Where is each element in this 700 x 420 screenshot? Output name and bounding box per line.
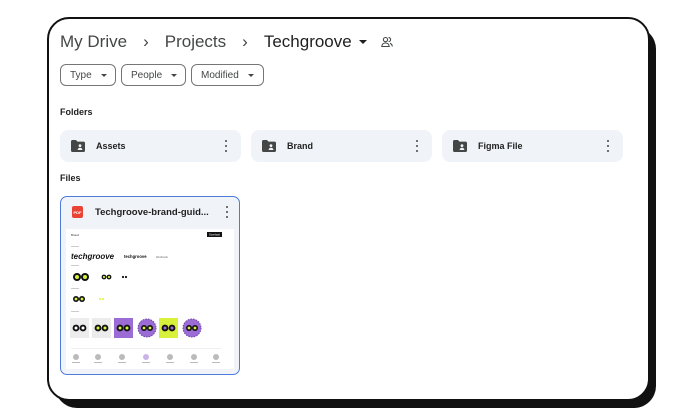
folder-name: Brand bbox=[287, 141, 314, 151]
folder-brand[interactable]: Brand bbox=[251, 130, 432, 162]
file-name: Techgroove-brand-guid... bbox=[95, 206, 209, 218]
type-filter-label: Type bbox=[70, 69, 92, 81]
file-thumbnail: Brand Download techgroove techgroove Wor… bbox=[66, 229, 234, 369]
avatar-strip bbox=[72, 354, 220, 363]
shared-folder-icon bbox=[71, 140, 85, 152]
people-filter-label: People bbox=[131, 69, 163, 81]
file-card-brand-guide[interactable]: PDF Techgroove-brand-guid... Brand Downl… bbox=[60, 196, 240, 375]
caret-down-icon bbox=[247, 73, 254, 77]
breadcrumb-separator: › bbox=[242, 32, 248, 51]
more-actions-icon[interactable] bbox=[603, 139, 613, 153]
thumbnail-header-left: Brand bbox=[71, 233, 79, 237]
more-actions-icon[interactable] bbox=[222, 205, 232, 219]
more-actions-icon[interactable] bbox=[221, 139, 231, 153]
caret-down-icon bbox=[171, 73, 178, 77]
thumbnail-logo-tag: Wordmark bbox=[156, 255, 169, 259]
caret-down-icon bbox=[100, 73, 107, 77]
stage: My Drive › Projects › Techgroove Type Pe… bbox=[0, 0, 700, 420]
folders-heading: Folders bbox=[60, 107, 93, 117]
thumbnail-header-button: Download bbox=[209, 234, 220, 237]
shared-people-icon[interactable] bbox=[380, 36, 393, 48]
thumbnail-logo: techgroove bbox=[71, 252, 115, 261]
pdf-icon: PDF bbox=[72, 206, 83, 218]
breadcrumb-current-folder[interactable]: Techgroove bbox=[264, 32, 352, 52]
caret-down-icon[interactable] bbox=[358, 40, 367, 44]
mascot-eyes-row2 bbox=[73, 296, 104, 302]
brand-guide-preview: Brand Download techgroove techgroove Wor… bbox=[70, 232, 222, 363]
breadcrumb: My Drive › Projects › Techgroove bbox=[60, 30, 393, 54]
files-heading: Files bbox=[60, 173, 81, 183]
more-actions-icon[interactable] bbox=[412, 139, 422, 153]
filter-chips: Type People Modified bbox=[60, 64, 264, 86]
shared-folder-icon bbox=[262, 140, 276, 152]
breadcrumb-projects[interactable]: Projects bbox=[165, 32, 226, 52]
folder-grid: Assets Brand Figma File bbox=[60, 130, 623, 162]
folder-figma-file[interactable]: Figma File bbox=[442, 130, 623, 162]
shared-folder-icon bbox=[453, 140, 467, 152]
people-filter-chip[interactable]: People bbox=[121, 64, 186, 86]
modified-filter-label: Modified bbox=[201, 69, 239, 81]
mascot-eyes-row1 bbox=[73, 273, 128, 281]
type-filter-chip[interactable]: Type bbox=[60, 64, 116, 86]
folder-assets[interactable]: Assets bbox=[60, 130, 241, 162]
drive-window: My Drive › Projects › Techgroove Type Pe… bbox=[47, 17, 650, 401]
breadcrumb-separator: › bbox=[143, 32, 149, 51]
mascot-tiles bbox=[70, 318, 202, 338]
folder-name: Figma File bbox=[478, 141, 523, 151]
folder-name: Assets bbox=[96, 141, 126, 151]
modified-filter-chip[interactable]: Modified bbox=[191, 64, 264, 86]
breadcrumb-my-drive[interactable]: My Drive bbox=[60, 32, 127, 52]
thumbnail-logo-small: techgroove bbox=[124, 254, 147, 259]
file-card-header: PDF Techgroove-brand-guid... bbox=[61, 197, 239, 227]
